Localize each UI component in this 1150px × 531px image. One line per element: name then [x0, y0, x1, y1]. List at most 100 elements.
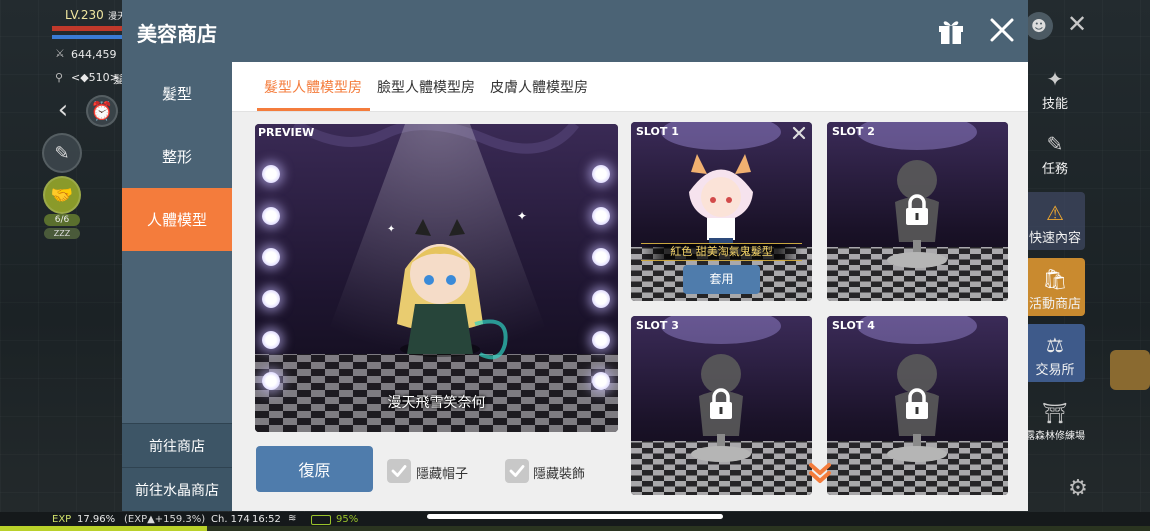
svg-text:✦: ✦ — [387, 224, 395, 235]
menu-training-label: 露森林修練場 — [1025, 431, 1085, 442]
sleep-indicator: ZZZ — [44, 228, 80, 239]
go-to-shop-button[interactable]: 前往商店 — [122, 423, 232, 467]
svg-text:✦: ✦ — [517, 209, 527, 223]
light-bulb — [592, 372, 610, 390]
buff-count: 6/6 — [44, 214, 80, 226]
light-bulb — [262, 165, 280, 183]
light-bulb — [262, 290, 280, 308]
skill-icon: ✦ — [1046, 67, 1064, 91]
slot-4[interactable]: SLOT 4 — [827, 316, 1008, 495]
modal-header — [122, 0, 1028, 62]
menu-quest[interactable]: ✎ 任務 — [1025, 125, 1085, 181]
sidebar-item-label: 髮型 — [161, 85, 192, 103]
light-bulb — [262, 207, 280, 225]
home-indicator — [427, 514, 723, 519]
menu-event-shop[interactable]: 🛍 活動商店 — [1025, 258, 1085, 316]
sidebar-item-mannequin[interactable]: 人體模型 — [122, 188, 232, 251]
tab-hair-mannequin[interactable]: 髮型人體模型房 — [264, 77, 362, 97]
lock-icon — [902, 194, 932, 226]
close-hud-icon[interactable]: ✕ — [1063, 10, 1091, 38]
light-bulb — [592, 290, 610, 308]
sidebar-item-label: 整形 — [161, 148, 192, 166]
handshake-icon[interactable]: 🤝 — [43, 176, 81, 214]
lock-icon — [902, 388, 932, 420]
sidebar-item-face[interactable]: 整形 — [122, 125, 232, 188]
hide-equip-checkbox[interactable] — [505, 459, 529, 483]
slot-1[interactable]: SLOT 1 紅色 甜美淘氣鬼髮型 套用 — [631, 122, 812, 301]
map-name: <◆510> — [71, 71, 119, 84]
light-bulb — [592, 207, 610, 225]
scale-icon: ⚖ — [1046, 333, 1064, 357]
light-bulb — [592, 165, 610, 183]
slot-1-item-name: 紅色 甜美淘氣鬼髮型 — [641, 243, 802, 261]
battery-icon — [311, 515, 331, 525]
go-to-crystal-shop-button[interactable]: 前往水晶商店 — [122, 467, 232, 511]
scroll-icon[interactable]: ✎ — [42, 133, 82, 173]
menu-event-shop-label: 活動商店 — [1028, 297, 1081, 312]
menu-exchange[interactable]: ⚖ 交易所 — [1025, 324, 1085, 382]
preview-label: PREVIEW — [258, 126, 315, 139]
checkmark-icon — [391, 465, 407, 477]
slot-4-label: SLOT 4 — [832, 319, 875, 332]
sidebar-item-label: 人體模型 — [146, 211, 207, 229]
hp-bar — [52, 26, 122, 31]
light-bulb — [592, 248, 610, 266]
slot-2-label: SLOT 2 — [832, 125, 875, 138]
back-arrow-icon[interactable]: ‹ — [48, 95, 78, 125]
exp-bar-fill — [0, 526, 207, 531]
mp-bar — [52, 35, 122, 39]
player-level: LV.230 — [65, 8, 104, 22]
menu-quest-label: 任務 — [1041, 162, 1068, 177]
menu-exchange-label: 交易所 — [1035, 363, 1075, 378]
slot-1-remove-icon[interactable] — [790, 124, 808, 142]
tab-face-mannequin[interactable]: 臉型人體模型房 — [377, 77, 475, 97]
hide-hat-label: 隱藏帽子 — [416, 467, 469, 482]
go-to-crystal-shop-label: 前往水晶商店 — [135, 482, 219, 499]
light-bulb — [592, 331, 610, 349]
preview-panel: ✦ ✦ PREVIEW 漫天飛雪笑奈何 — [255, 124, 618, 432]
light-bulb — [262, 248, 280, 266]
bag-icon[interactable] — [1110, 350, 1150, 390]
menu-skill[interactable]: ✦ 技能 — [1025, 60, 1085, 116]
hide-equip-label: 隱藏裝飾 — [533, 467, 586, 482]
light-bulb — [262, 331, 280, 349]
preview-character-name: 漫天飛雪笑奈何 — [387, 395, 486, 411]
quest-icon: ✎ — [1046, 132, 1064, 156]
exp-gain: (EXP▲+159.3%) — [124, 514, 206, 525]
event-shop-icon: 🛍 — [1042, 267, 1068, 291]
modal-title: 美容商店 — [137, 22, 217, 46]
exp-label: EXP — [52, 514, 72, 525]
slot-3-label: SLOT 3 — [636, 319, 679, 332]
slot-3[interactable]: SLOT 3 — [631, 316, 812, 495]
menu-quick-content-label: 快速內容 — [1028, 231, 1081, 246]
menu-skill-label: 技能 — [1041, 97, 1068, 112]
go-to-shop-label: 前往商店 — [149, 438, 205, 455]
lock-icon — [706, 388, 736, 420]
exp-value: 17.96% — [77, 514, 116, 525]
menu-training[interactable]: ⛩ 露森林修練場 — [1025, 390, 1085, 446]
map-pin-icon: ⚲ — [55, 71, 64, 84]
character-icon[interactable]: ☻ — [1025, 12, 1053, 40]
warning-icon: ⚠ — [1046, 201, 1064, 225]
sword-icon: ⚔ — [55, 47, 65, 60]
scroll-down-chevron-icon[interactable] — [807, 460, 833, 486]
close-icon[interactable] — [988, 16, 1016, 44]
slot-2[interactable]: SLOT 2 — [827, 122, 1008, 301]
gear-icon[interactable]: ⚙ — [1064, 474, 1092, 502]
hide-hat-checkbox[interactable] — [387, 459, 411, 483]
tab-skin-mannequin[interactable]: 皮膚人體模型房 — [490, 77, 588, 97]
apply-button[interactable]: 套用 — [683, 265, 760, 294]
training-icon: ⛩ — [1042, 401, 1068, 425]
clock-time: 16:52 — [252, 514, 281, 525]
slot-1-label: SLOT 1 — [636, 125, 679, 138]
menu-quick-content[interactable]: ⚠ 快速內容 — [1025, 192, 1085, 250]
sidebar-item-hair[interactable]: 髮型 — [122, 62, 232, 125]
combat-power: 644,459 — [71, 48, 117, 61]
light-bulb — [262, 372, 280, 390]
channel: Ch. 174 — [211, 514, 250, 525]
checkmark-icon — [509, 465, 525, 477]
stage-illustration: ✦ ✦ — [255, 124, 618, 432]
restore-button[interactable]: 復原 — [256, 446, 373, 492]
alarm-clock-icon[interactable]: ⏰ — [86, 95, 118, 127]
gift-icon[interactable] — [937, 17, 965, 45]
